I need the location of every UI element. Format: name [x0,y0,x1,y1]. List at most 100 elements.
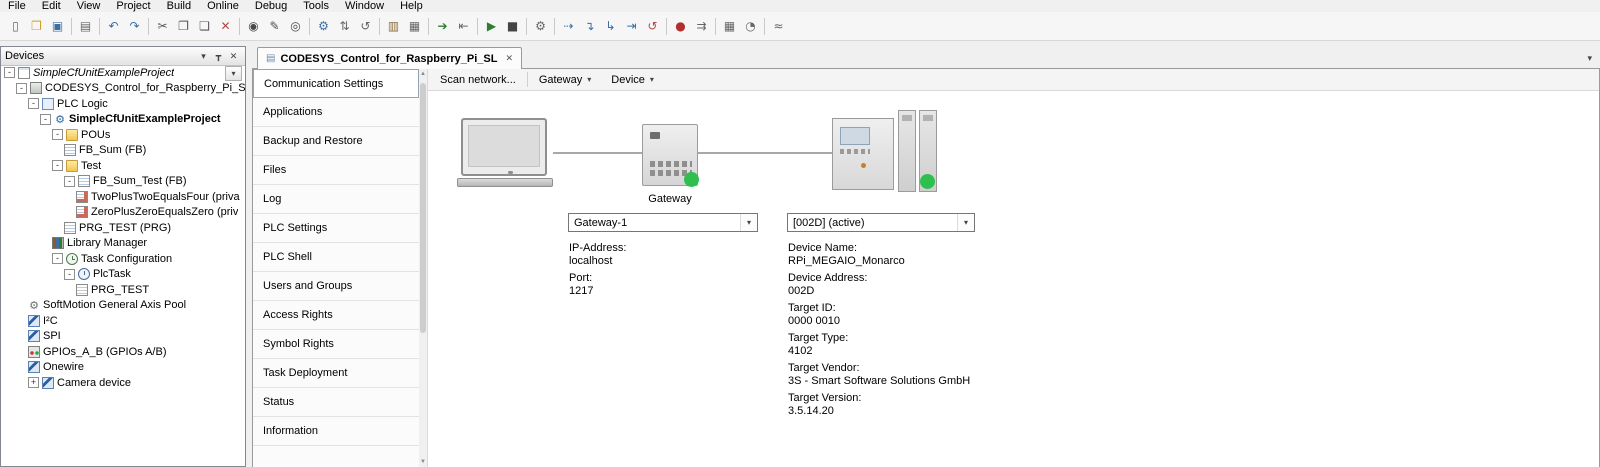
collapse-icon[interactable]: - [40,114,51,125]
menu-build[interactable]: Build [159,0,199,12]
tree-item-twoplustwoequalsfour-priva[interactable]: TwoPlusTwoEqualsFour (priva [1,189,245,205]
copy-icon[interactable]: ❐ [173,16,194,36]
generate-code-icon[interactable]: ⇅ [334,16,355,36]
print-icon[interactable]: ▤ [75,16,96,36]
flow-control-icon[interactable]: ⇉ [691,16,712,36]
menu-project[interactable]: Project [108,0,158,12]
nav-information[interactable]: Information [253,417,419,446]
clean-icon[interactable]: ↺ [355,16,376,36]
tab-device-editor[interactable]: ▤ CODESYS_Control_for_Raspberry_Pi_SL ✕ [257,47,522,69]
collapse-icon[interactable]: - [16,83,27,94]
tree-item-plctask[interactable]: -PlcTask [1,267,245,283]
nav-symbol-rights[interactable]: Symbol Rights [253,330,419,359]
chevron-down-icon[interactable]: ▾ [957,214,974,231]
run-to-cursor-icon[interactable]: ⇥ [621,16,642,36]
watch-icon[interactable]: ◔ [740,16,761,36]
menu-window[interactable]: Window [337,0,392,12]
tree-item-prg-test[interactable]: PRG_TEST [1,282,245,298]
login-icon[interactable]: ➔ [432,16,453,36]
menu-tools[interactable]: Tools [295,0,337,12]
trace-icon[interactable]: ≈ [768,16,789,36]
collapse-icon[interactable]: - [64,269,75,280]
step-over-icon[interactable]: ⇢ [558,16,579,36]
panel-pin-icon[interactable]: ┳ [211,51,226,62]
nav-plc-settings[interactable]: PLC Settings [253,214,419,243]
device-menu-button[interactable]: Device▾ [602,72,663,88]
breakpoint-icon[interactable]: ● [670,16,691,36]
collapse-icon[interactable]: - [64,176,75,187]
compile-icon[interactable]: ⚙ [313,16,334,36]
reset-icon[interactable]: ↺ [642,16,663,36]
tree-combo-chevron-down-icon[interactable]: ▾ [225,66,242,81]
find-icon[interactable]: ◉ [243,16,264,36]
nav-communication-settings[interactable]: Communication Settings [253,69,419,98]
open-project-icon[interactable]: ❒ [26,16,47,36]
menu-view[interactable]: View [69,0,109,12]
tab-close-icon[interactable]: ✕ [505,53,513,64]
delete-icon[interactable]: ✕ [215,16,236,36]
device-repository-icon[interactable]: ▦ [404,16,425,36]
collapse-icon[interactable]: - [28,98,39,109]
menu-help[interactable]: Help [392,0,431,12]
tree-item-spi[interactable]: SPI [1,329,245,345]
search-project-icon[interactable]: ◎ [285,16,306,36]
nav-applications[interactable]: Applications [253,98,419,127]
tree-item-task-configuration[interactable]: -Task Configuration [1,251,245,267]
gateway-select[interactable]: Gateway-1 ▾ [568,213,758,232]
tree-item-pous[interactable]: -POUs [1,127,245,143]
nav-files[interactable]: Files [253,156,419,185]
new-file-icon[interactable]: ▯ [5,16,26,36]
tree-item-gpios-a-b-gpios-a-b[interactable]: GPIOs_A_B (GPIOs A/B) [1,344,245,360]
start-icon[interactable]: ▶ [481,16,502,36]
paste-icon[interactable]: ❏ [194,16,215,36]
tree-item-zeropluszeroequalszero-priv[interactable]: ZeroPlusZeroEqualsZero (priv [1,205,245,221]
tree-item-simplecfunitexampleproject[interactable]: -⚙SimpleCfUnitExampleProject [1,112,245,128]
undo-icon[interactable]: ↶ [103,16,124,36]
menu-debug[interactable]: Debug [247,0,295,12]
tree-item-plc-logic[interactable]: -PLC Logic [1,96,245,112]
nav-users-and-groups[interactable]: Users and Groups [253,272,419,301]
nav-scrollbar[interactable]: ▲ ▼ [419,69,428,467]
save-icon[interactable]: ▣ [47,16,68,36]
scroll-up-icon[interactable]: ▲ [419,71,427,77]
menu-edit[interactable]: Edit [34,0,69,12]
tree-item-codesys-control-for-raspberry-pi-sl-codesy[interactable]: -CODESYS_Control_for_Raspberry_Pi_SL (CO… [1,81,245,97]
tree-item-i-c[interactable]: I²C [1,313,245,329]
tree-item-test[interactable]: -Test [1,158,245,174]
redo-icon[interactable]: ↷ [124,16,145,36]
chevron-down-icon[interactable]: ▾ [740,214,757,231]
tree-item-onewire[interactable]: Onewire [1,360,245,376]
nav-log[interactable]: Log [253,185,419,214]
cut-icon[interactable]: ✂ [152,16,173,36]
gateway-menu-button[interactable]: Gateway▾ [530,72,600,88]
nav-plc-shell[interactable]: PLC Shell [253,243,419,272]
collapse-icon[interactable]: - [52,253,63,264]
tab-list-chevron-down-icon[interactable]: ▾ [1587,53,1592,64]
scroll-down-icon[interactable]: ▼ [419,459,427,465]
stop-icon[interactable]: ■ [502,16,523,36]
nav-task-deployment[interactable]: Task Deployment [253,359,419,388]
device-select[interactable]: [002D] (active) ▾ [787,213,975,232]
find-replace-icon[interactable]: ✎ [264,16,285,36]
online-config-icon[interactable]: ⚙ [530,16,551,36]
logout-icon[interactable]: ⇤ [453,16,474,36]
step-out-icon[interactable]: ↳ [600,16,621,36]
menu-file[interactable]: File [0,0,34,12]
tree-item-prg-test-prg[interactable]: PRG_TEST (PRG) [1,220,245,236]
panel-menu-chevron-down-icon[interactable]: ▾ [196,51,211,62]
nav-status[interactable]: Status [253,388,419,417]
panel-close-icon[interactable]: ✕ [226,51,241,62]
tree-item-fb-sum-fb[interactable]: FB_Sum (FB) [1,143,245,159]
library-manager-icon[interactable]: ▥ [383,16,404,36]
nav-access-rights[interactable]: Access Rights [253,301,419,330]
tree-item-fb-sum-test-fb[interactable]: -FB_Sum_Test (FB) [1,174,245,190]
collapse-icon[interactable]: - [4,67,15,78]
tree-item-softmotion-general-axis-pool[interactable]: ⚙SoftMotion General Axis Pool [1,298,245,314]
tree-item-camera-device[interactable]: +Camera device [1,375,245,391]
collapse-icon[interactable]: - [52,129,63,140]
tree-item-library-manager[interactable]: Library Manager [1,236,245,252]
scrollbar-thumb[interactable] [420,83,426,333]
expand-icon[interactable]: + [28,377,39,388]
nav-backup-and-restore[interactable]: Backup and Restore [253,127,419,156]
scan-network-button[interactable]: Scan network... [431,72,525,88]
